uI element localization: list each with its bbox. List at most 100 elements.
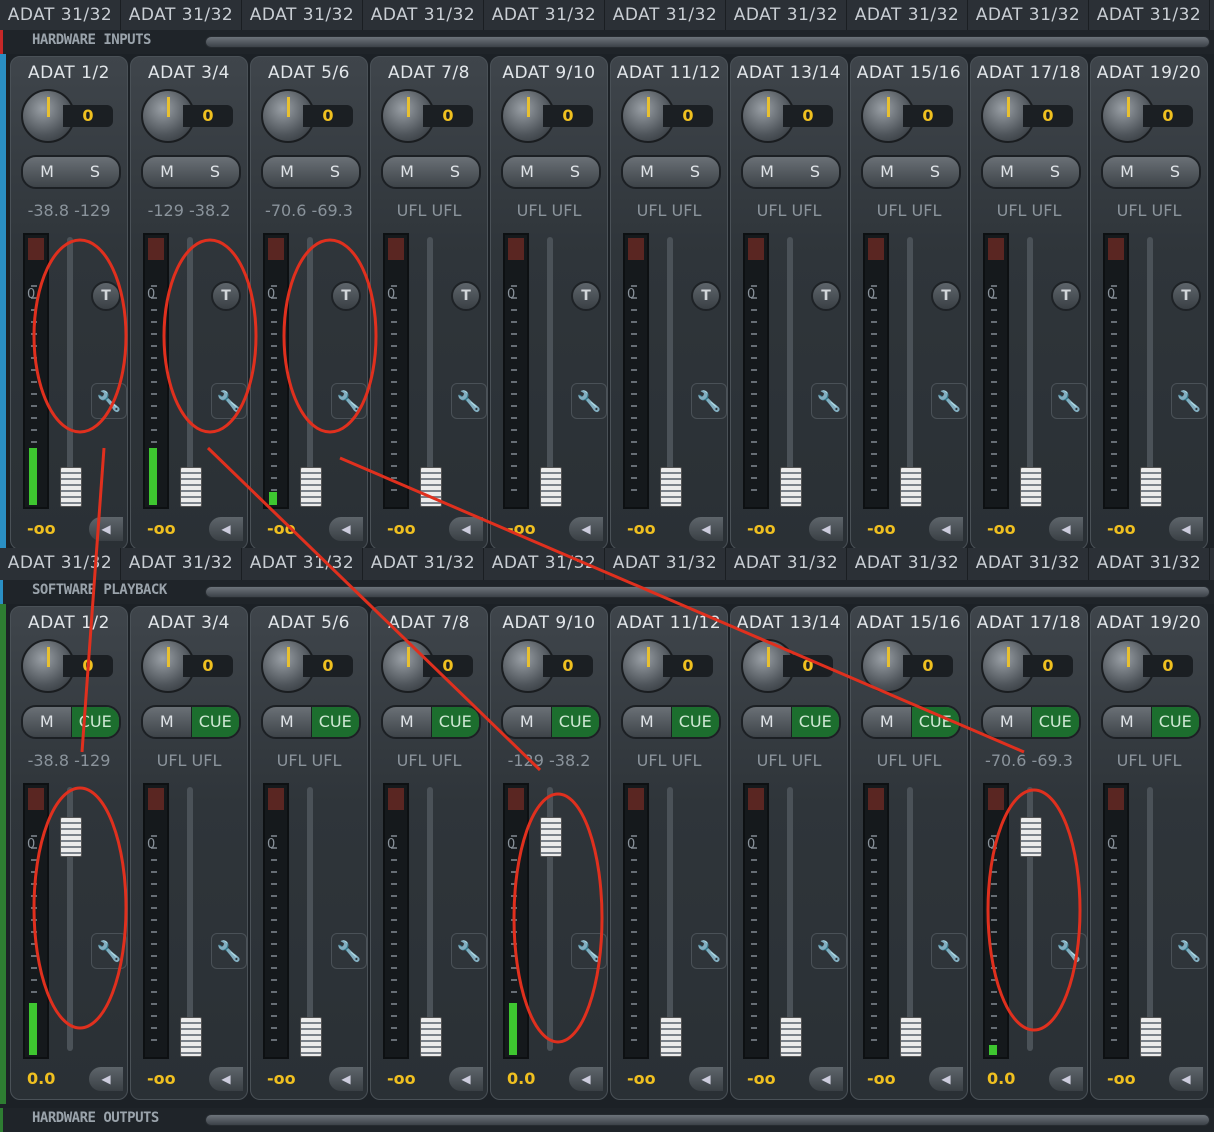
routing-label[interactable]: ADAT 31/32 [1089, 548, 1210, 584]
fader-knob[interactable] [780, 1017, 802, 1057]
fader-track[interactable] [67, 237, 73, 501]
arrow-left-icon[interactable]: ◀ [929, 1067, 963, 1091]
fader-knob[interactable] [1020, 467, 1042, 507]
wrench-icon[interactable]: 🔧 [1171, 383, 1207, 419]
gain-value[interactable]: 0 [423, 105, 473, 127]
gain-value[interactable]: 0 [423, 655, 473, 677]
arrow-left-icon[interactable]: ◀ [89, 517, 123, 541]
routing-label[interactable]: ADAT 31/32 [968, 548, 1089, 584]
mute-button[interactable]: M [143, 707, 191, 737]
trim-button[interactable]: T [451, 281, 481, 311]
channel-name[interactable]: ADAT 5/6 [251, 63, 367, 83]
gain-value[interactable]: 0 [663, 105, 713, 127]
mute-button[interactable]: M [743, 157, 791, 187]
volume-value[interactable]: -oo [619, 517, 693, 541]
fader-track[interactable] [907, 787, 913, 1051]
mute-button[interactable]: M [1103, 157, 1151, 187]
gain-value[interactable]: 0 [903, 105, 953, 127]
arrow-left-icon[interactable]: ◀ [449, 517, 483, 541]
fader-knob[interactable] [1020, 817, 1042, 857]
fader-track[interactable] [187, 787, 193, 1051]
gain-value[interactable]: 0 [63, 105, 113, 127]
channel-name[interactable]: ADAT 9/10 [491, 63, 607, 83]
fader-track[interactable] [907, 237, 913, 501]
channel-name[interactable]: ADAT 11/12 [611, 613, 727, 633]
gain-value[interactable]: 0 [903, 655, 953, 677]
volume-value[interactable]: -oo [739, 1067, 813, 1091]
fader-track[interactable] [667, 237, 673, 501]
mute-button[interactable]: M [863, 707, 911, 737]
routing-label[interactable]: ADAT 31/32 [847, 548, 968, 584]
channel-name[interactable]: ADAT 15/16 [851, 63, 967, 83]
routing-label[interactable]: ADAT 31/32 [0, 548, 121, 584]
routing-label[interactable]: ADAT 31/32 [121, 548, 242, 584]
arrow-left-icon[interactable]: ◀ [1169, 1067, 1203, 1091]
wrench-icon[interactable]: 🔧 [331, 933, 367, 969]
cue-button[interactable]: CUE [910, 707, 959, 737]
cue-button[interactable]: CUE [430, 707, 479, 737]
arrow-left-icon[interactable]: ◀ [569, 517, 603, 541]
fader-knob[interactable] [900, 1017, 922, 1057]
volume-value[interactable]: -oo [379, 1067, 453, 1091]
channel-name[interactable]: ADAT 3/4 [131, 613, 247, 633]
solo-button[interactable]: S [551, 157, 599, 187]
fader-knob[interactable] [300, 467, 322, 507]
arrow-left-icon[interactable]: ◀ [929, 517, 963, 541]
trim-button[interactable]: T [211, 281, 241, 311]
fader-track[interactable] [427, 237, 433, 501]
channel-name[interactable]: ADAT 13/14 [731, 63, 847, 83]
fader-track[interactable] [187, 237, 193, 501]
cue-button[interactable]: CUE [1150, 707, 1199, 737]
mute-button[interactable]: M [383, 707, 431, 737]
fader-knob[interactable] [300, 1017, 322, 1057]
volume-value[interactable]: -oo [859, 1067, 933, 1091]
gain-value[interactable]: 0 [783, 105, 833, 127]
fader-track[interactable] [787, 787, 793, 1051]
volume-value[interactable]: -oo [1099, 1067, 1173, 1091]
cue-button[interactable]: CUE [70, 707, 119, 737]
gain-value[interactable]: 0 [663, 655, 713, 677]
fader-knob[interactable] [60, 467, 82, 507]
section-scrollbar[interactable] [205, 36, 1210, 48]
volume-value[interactable]: -oo [1099, 517, 1173, 541]
trim-button[interactable]: T [571, 281, 601, 311]
gain-value[interactable]: 0 [1143, 105, 1193, 127]
solo-button[interactable]: S [71, 157, 119, 187]
arrow-left-icon[interactable]: ◀ [1049, 1067, 1083, 1091]
mute-button[interactable]: M [503, 707, 551, 737]
wrench-icon[interactable]: 🔧 [691, 933, 727, 969]
mute-button[interactable]: M [863, 157, 911, 187]
arrow-left-icon[interactable]: ◀ [89, 1067, 123, 1091]
gain-value[interactable]: 0 [1143, 655, 1193, 677]
wrench-icon[interactable]: 🔧 [211, 933, 247, 969]
arrow-left-icon[interactable]: ◀ [809, 517, 843, 541]
fader-track[interactable] [1147, 237, 1153, 501]
mute-button[interactable]: M [383, 157, 431, 187]
solo-button[interactable]: S [911, 157, 959, 187]
trim-button[interactable]: T [91, 281, 121, 311]
channel-name[interactable]: ADAT 17/18 [971, 613, 1087, 633]
mute-button[interactable]: M [23, 707, 71, 737]
solo-button[interactable]: S [1151, 157, 1199, 187]
wrench-icon[interactable]: 🔧 [91, 933, 127, 969]
solo-button[interactable]: S [191, 157, 239, 187]
mute-button[interactable]: M [503, 157, 551, 187]
volume-value[interactable]: -oo [619, 1067, 693, 1091]
wrench-icon[interactable]: 🔧 [331, 383, 367, 419]
channel-name[interactable]: ADAT 19/20 [1091, 613, 1207, 633]
routing-label[interactable]: ADAT 31/32 [605, 548, 726, 584]
section-scrollbar[interactable] [205, 1114, 1210, 1126]
fader-knob[interactable] [900, 467, 922, 507]
fader-knob[interactable] [540, 467, 562, 507]
trim-button[interactable]: T [1051, 281, 1081, 311]
channel-name[interactable]: ADAT 9/10 [491, 613, 607, 633]
cue-button[interactable]: CUE [790, 707, 839, 737]
routing-label[interactable]: ADAT 31/32 [726, 548, 847, 584]
wrench-icon[interactable]: 🔧 [571, 383, 607, 419]
wrench-icon[interactable]: 🔧 [931, 933, 967, 969]
fader-track[interactable] [787, 237, 793, 501]
wrench-icon[interactable]: 🔧 [1051, 933, 1087, 969]
fader-track[interactable] [427, 787, 433, 1051]
channel-name[interactable]: ADAT 3/4 [131, 63, 247, 83]
fader-track[interactable] [667, 787, 673, 1051]
